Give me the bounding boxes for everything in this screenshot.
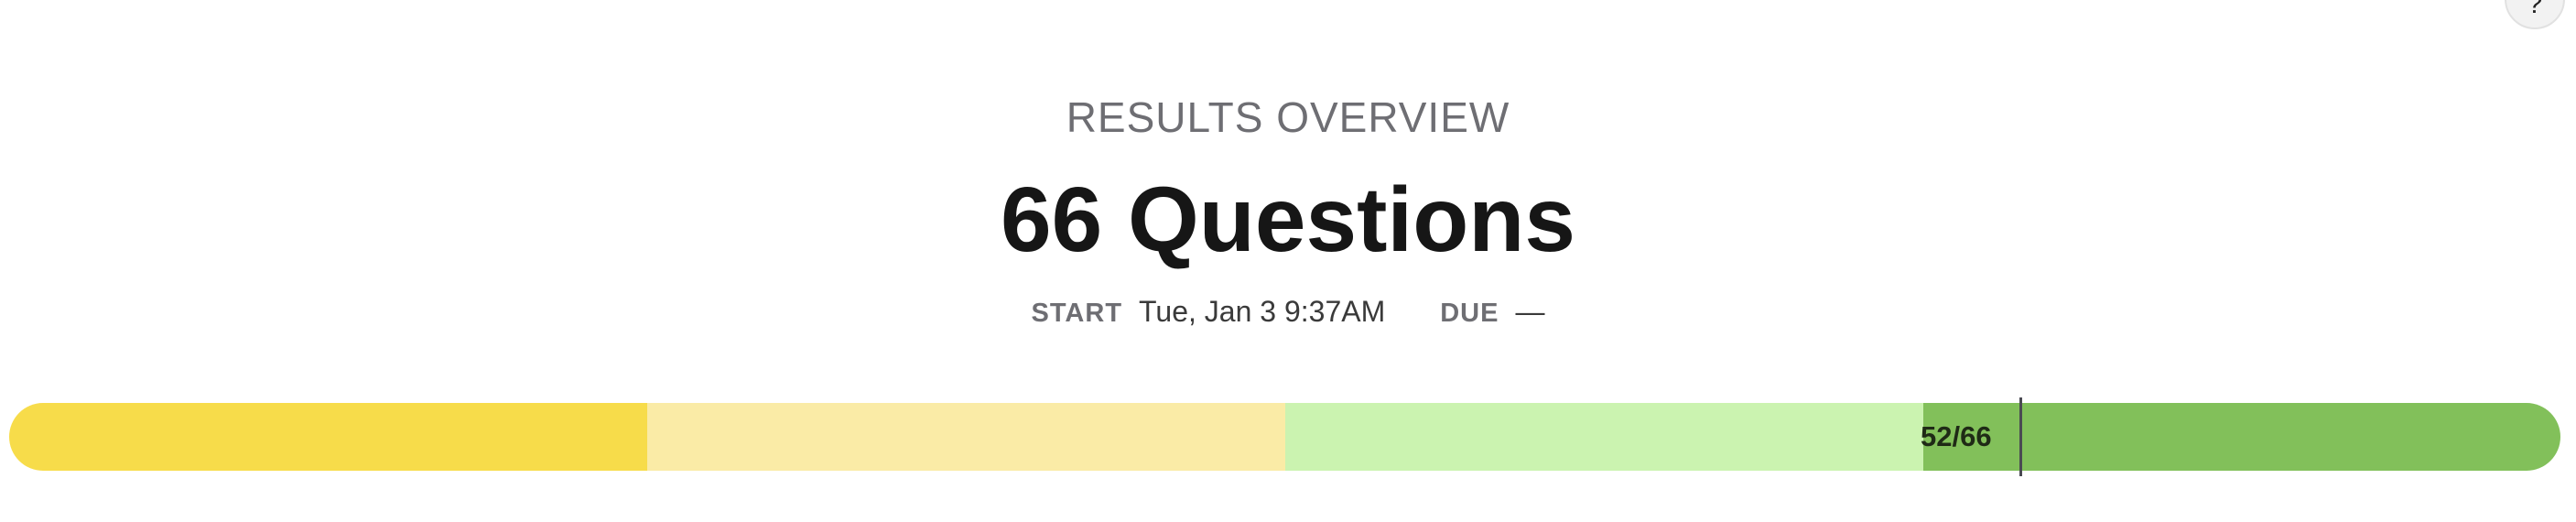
due-group: DUE — xyxy=(1440,295,1544,329)
score-label: 52/66 xyxy=(1921,420,1992,452)
question-mark-icon: ? xyxy=(2527,0,2543,19)
score-progress-bar xyxy=(9,403,2560,471)
progress-segment-2 xyxy=(647,403,1285,471)
overview-label: RESULTS OVERVIEW xyxy=(1066,93,1510,141)
start-value: Tue, Jan 3 9:37AM xyxy=(1139,295,1386,328)
due-label: DUE xyxy=(1440,299,1499,328)
progress-segment-3 xyxy=(1285,403,1923,471)
start-group: START Tue, Jan 3 9:37AM xyxy=(1032,295,1386,329)
start-label: START xyxy=(1031,299,1123,328)
help-button[interactable]: ? xyxy=(2505,0,2565,29)
score-marker xyxy=(2019,397,2022,476)
page-title: 66 Questions xyxy=(1001,169,1575,271)
progress-segment-1 xyxy=(9,403,647,471)
meta-row: START Tue, Jan 3 9:37AM DUE — xyxy=(0,295,2576,329)
due-value: — xyxy=(1515,295,1545,328)
